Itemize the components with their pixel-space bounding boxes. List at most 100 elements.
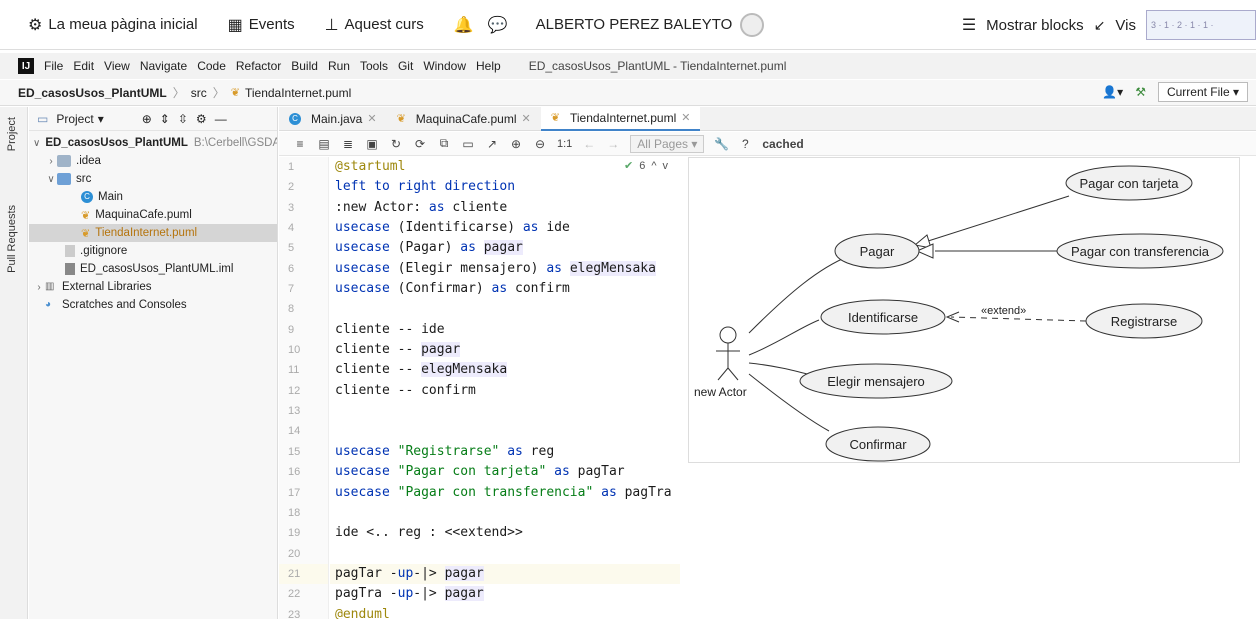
menu-edit[interactable]: Edit (73, 59, 94, 73)
menu-file[interactable]: File (44, 59, 63, 73)
usecase-label: Registrarse (1111, 314, 1177, 329)
chat-icon[interactable]: 💬 (488, 15, 508, 35)
build-hammer-icon[interactable]: ⚒ (1135, 85, 1146, 99)
zoom-actual-size-button[interactable]: 1:1 (557, 138, 572, 150)
vis-label: Vis (1115, 16, 1136, 34)
copy-icon[interactable]: ⧉ (437, 136, 451, 151)
inspection-count: 6 (639, 159, 646, 172)
layout-preview-icon[interactable]: ≣ (341, 137, 355, 151)
tree-item-idea[interactable]: › .idea (29, 152, 277, 170)
collapse-all-icon[interactable]: ⇳ (178, 112, 188, 126)
tree-item-gitignore[interactable]: .gitignore (29, 242, 277, 260)
expand-all-icon[interactable]: ⇕ (160, 112, 170, 126)
tree-root[interactable]: ∨ ED_casosUsos_PlantUML B:\Cerbell\GSDAW (29, 134, 277, 152)
check-icon: ✔ (623, 160, 634, 172)
zoom-in-icon[interactable]: ⊕ (509, 137, 523, 151)
menu-git[interactable]: Git (398, 59, 413, 73)
line-number-gutter: 1 2 3 4 5 6 7 8 9 10 11 12 13 14 15 16 17 18 19 20 21 22 23 (279, 157, 329, 621)
intellij-logo-icon: IJ (18, 58, 34, 74)
tree-item-external-libraries[interactable]: › ▥ External Libraries (29, 278, 277, 296)
project-view-select[interactable]: Project (56, 112, 93, 126)
menu-help[interactable]: Help (476, 59, 501, 73)
locate-icon[interactable]: ⊕ (142, 112, 152, 126)
collapse-icon[interactable]: ↙ (1094, 17, 1106, 34)
tree-item-src[interactable]: ∨ src (29, 170, 277, 188)
menu-code[interactable]: Code (197, 59, 226, 73)
run-config-select[interactable]: Current File ▾ (1157, 82, 1248, 102)
previous-page-icon[interactable]: ← (582, 137, 596, 151)
breadcrumb-project[interactable]: ED_casosUsos_PlantUML (18, 86, 167, 100)
course-label: Aquest curs (344, 16, 424, 33)
show-blocks-button[interactable]: Mostrar blocks (986, 17, 1084, 34)
sync-icon[interactable]: ⟳ (413, 137, 427, 151)
layout-editor-only-icon[interactable]: ≡ (293, 137, 307, 151)
code-editor[interactable]: ✔ 6 ^ v @startuml left to right direction… (330, 157, 680, 619)
project-tool-button[interactable]: Project (6, 117, 18, 151)
page-select[interactable]: All Pages ▾ (630, 134, 705, 153)
layout-split-icon[interactable]: ▤ (317, 137, 331, 151)
tree-item-tienda[interactable]: ❦ TiendaInternet.puml (29, 224, 277, 242)
tree-item-main[interactable]: C Main (29, 188, 277, 206)
gear-icon[interactable]: ⚙ (196, 112, 207, 126)
tool-window-strip: Project Pull Requests (0, 107, 28, 619)
pull-requests-tool-button[interactable]: Pull Requests (6, 205, 18, 273)
help-icon[interactable]: ? (738, 137, 752, 151)
breadcrumb-file[interactable]: TiendaInternet.puml (245, 86, 351, 100)
wrench-icon[interactable]: 🔧 (714, 137, 729, 151)
events-label: Events (248, 16, 295, 33)
tree-label: TiendaInternet.puml (95, 227, 198, 239)
actor-figure (716, 326, 740, 381)
associations (748, 255, 850, 432)
bell-icon[interactable]: 🔔 (454, 15, 474, 35)
line-number: 15 (288, 445, 301, 458)
tree-item-iml[interactable]: ED_casosUsos_PlantUML.iml (29, 260, 277, 278)
code-line: usecase (Confirmar) as confirm (335, 281, 570, 297)
dashboard-icon: ⚙ (28, 16, 43, 34)
line-number: 1 (288, 161, 295, 173)
menu-window[interactable]: Window (423, 59, 466, 73)
menu-refactor[interactable]: Refactor (236, 59, 281, 73)
tab-tienda-internet[interactable]: ❦ TiendaInternet.puml ✕ (540, 106, 701, 131)
close-icon[interactable]: ✕ (681, 111, 690, 124)
line-number: 2 (288, 181, 295, 194)
sitemap-icon: ⊥ (324, 16, 339, 34)
line-number: 5 (288, 242, 295, 255)
hide-icon[interactable]: — (215, 112, 227, 126)
code-line: cliente -- elegMensaka (335, 362, 508, 378)
course-link[interactable]: ⊥ Aquest curs (325, 15, 424, 35)
menu-build[interactable]: Build (291, 59, 318, 73)
chevron-down-icon[interactable]: ▾ (98, 112, 104, 126)
user-dropdown-icon[interactable]: 👤▾ (1102, 85, 1123, 99)
usecase-label: Pagar (860, 244, 895, 259)
line-number: 4 (288, 222, 295, 235)
line-number: 10 (288, 344, 301, 357)
chevron-up-icon[interactable]: ^ (651, 160, 656, 172)
inspection-widget[interactable]: ✔ 6 ^ v (623, 159, 669, 173)
tree-root-label: ED_casosUsos_PlantUML (45, 137, 188, 149)
class-icon: C (289, 112, 301, 125)
zoom-out-icon[interactable]: ⊖ (533, 137, 547, 151)
tree-item-scratches[interactable]: ◕ Scratches and Consoles (29, 296, 277, 314)
close-icon[interactable]: ✕ (367, 112, 376, 125)
line-number: 21 (279, 563, 328, 585)
close-icon[interactable]: ✕ (522, 112, 531, 125)
save-icon[interactable]: ▭ (461, 137, 475, 151)
user-menu[interactable]: ALBERTO PEREZ BALEYTO (536, 12, 765, 37)
refresh-icon[interactable]: ↻ (389, 137, 403, 151)
menu-view[interactable]: View (104, 59, 130, 73)
next-page-icon[interactable]: → (606, 137, 620, 151)
home-link[interactable]: ⚙ La meua pàgina inicial (28, 15, 198, 35)
tab-main-java[interactable]: C Main.java ✕ (279, 107, 387, 131)
menu-navigate[interactable]: Navigate (140, 59, 187, 73)
image-icon[interactable]: ▣ (365, 137, 379, 151)
breadcrumb-src[interactable]: src (191, 86, 207, 100)
tab-maquina-cafe[interactable]: ❦ MaquinaCafe.puml ✕ (387, 107, 541, 131)
chevron-down-icon[interactable]: v (663, 160, 669, 172)
menu-tools[interactable]: Tools (360, 59, 388, 73)
menu-run[interactable]: Run (328, 59, 350, 73)
events-link[interactable]: ▦ Events (228, 15, 295, 35)
open-external-icon[interactable]: ↗ (485, 137, 499, 151)
tree-item-maquina[interactable]: ❦ MaquinaCafe.puml (29, 206, 277, 224)
puml-icon: ❦ (81, 227, 91, 240)
